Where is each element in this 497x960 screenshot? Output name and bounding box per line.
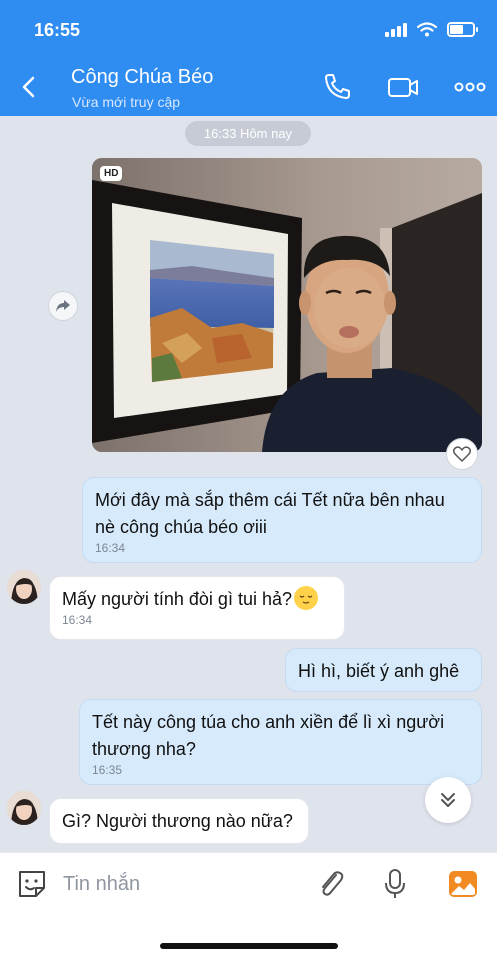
share-arrow-icon: [56, 300, 70, 312]
sticker-icon[interactable]: [15, 867, 49, 901]
contact-status: Vừa mới truy cập: [72, 94, 181, 110]
message-text: Tết này công túa cho anh xiền để lì xì n…: [92, 712, 445, 732]
message-bubble-sent[interactable]: Tết này công túa cho anh xiền để lì xì n…: [79, 699, 482, 785]
gallery-image-icon[interactable]: [446, 867, 480, 901]
home-indicator-area: [0, 916, 497, 960]
message-text: Mấy người tính đòi gì tui hả?: [62, 589, 292, 609]
wifi-icon: [417, 22, 437, 37]
video-call-icon[interactable]: [386, 70, 420, 104]
cellular-signal-icon: [385, 22, 407, 37]
microphone-icon[interactable]: [378, 867, 412, 901]
message-time: 16:35: [92, 763, 123, 777]
relieved-face-emoji-icon: [293, 586, 318, 610]
contact-avatar[interactable]: [7, 570, 41, 604]
message-text: Mới đây mà sắp thêm cái Tết nữa bên nhau: [95, 490, 445, 510]
selfie-photo-image: [92, 158, 482, 452]
message-bubble-sent[interactable]: Mới đây mà sắp thêm cái Tết nữa bên nhau…: [82, 477, 482, 563]
battery-icon: [447, 22, 478, 37]
message-time: 16:34: [95, 541, 126, 555]
contact-name[interactable]: Công Chúa Béo: [71, 66, 213, 89]
message-bubble-received[interactable]: Gì? Người thương nào nữa?: [49, 798, 309, 844]
hd-badge: HD: [100, 166, 123, 181]
status-bar: 16:55: [0, 0, 497, 56]
back-arrow-icon[interactable]: [16, 72, 42, 102]
contact-avatar[interactable]: [7, 791, 41, 825]
scroll-to-bottom-button[interactable]: [425, 777, 471, 823]
message-list[interactable]: 16:33 Hôm nay HD Mới đây mà sắp thêm cái…: [0, 116, 497, 852]
home-indicator[interactable]: [160, 943, 338, 949]
phone-call-icon[interactable]: [320, 70, 354, 104]
message-text: thương nha?: [92, 739, 196, 759]
message-input[interactable]: Tin nhắn: [63, 873, 140, 896]
date-separator: 16:33 Hôm nay: [185, 121, 311, 146]
heart-icon: [453, 446, 471, 462]
status-icons: [385, 22, 478, 37]
chat-header: Công Chúa Béo Vừa mới truy cập: [0, 56, 497, 116]
message-text: nè công chúa béo ơiii: [95, 517, 267, 537]
like-button[interactable]: [446, 438, 478, 470]
share-button[interactable]: [48, 291, 78, 321]
message-input-bar: Tin nhắn: [0, 852, 497, 916]
message-bubble-received[interactable]: Mấy người tính đòi gì tui hả? 16:34: [49, 576, 345, 640]
message-text: Gì? Người thương nào nữa?: [62, 811, 293, 831]
message-row: Mấy người tính đòi gì tui hả?: [62, 586, 332, 613]
double-chevron-down-icon: [441, 793, 455, 807]
message-text: Hì hì, biết ý anh ghê: [298, 661, 460, 681]
more-options-icon[interactable]: [452, 70, 488, 104]
message-time: 16:34: [62, 613, 93, 627]
photo-message[interactable]: [92, 158, 482, 452]
paperclip-icon[interactable]: [314, 867, 348, 901]
status-time: 16:55: [34, 20, 81, 40]
message-bubble-sent[interactable]: Hì hì, biết ý anh ghê: [285, 648, 482, 692]
